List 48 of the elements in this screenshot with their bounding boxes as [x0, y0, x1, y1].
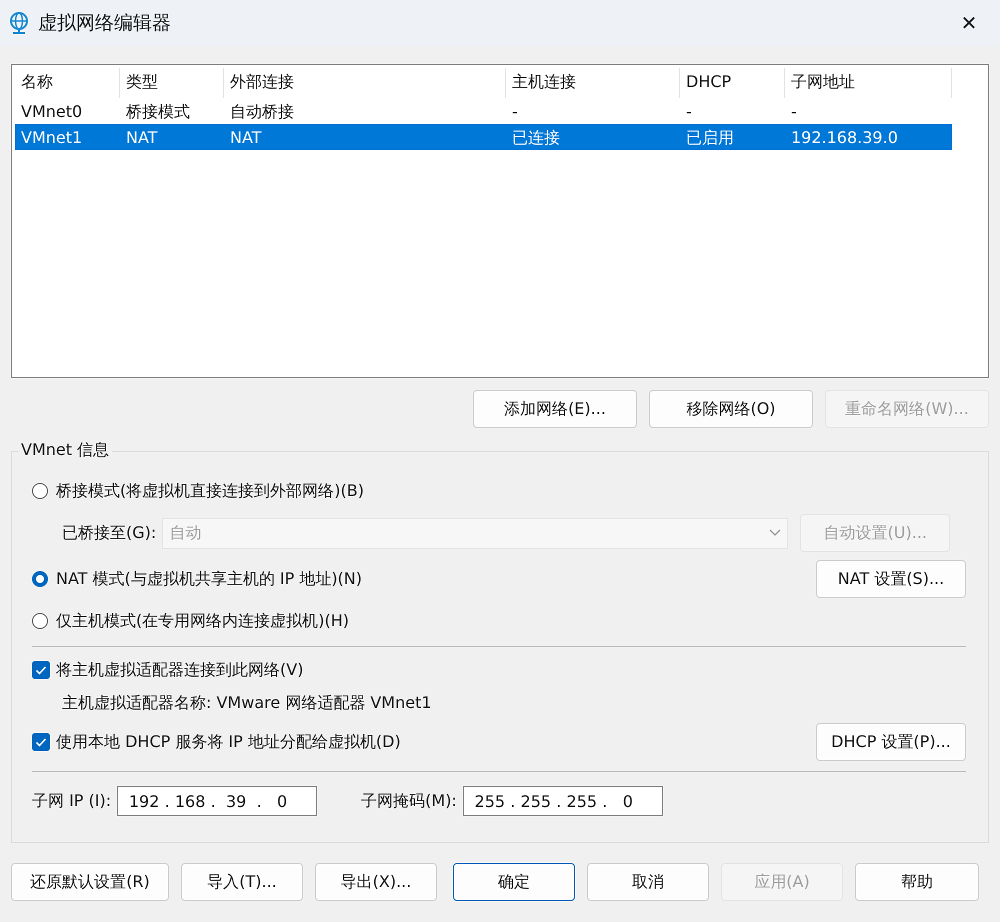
- column-header[interactable]: 子网地址: [785, 68, 952, 98]
- table-cell-text: -: [511, 101, 519, 123]
- radio-label[interactable]: 桥接模式(将虚拟机直接连接到外部网络)(B): [56, 480, 364, 502]
- adapter-name-text: 主机虚拟适配器名称: VMware 网络适配器 VMnet1: [62, 692, 432, 714]
- close-button[interactable]: ✕: [954, 11, 984, 35]
- column-header[interactable]: DHCP: [680, 68, 785, 98]
- checkbox[interactable]: [32, 661, 50, 679]
- table-cell: NAT: [120, 124, 224, 150]
- export-button[interactable]: 导出(X)...: [315, 863, 437, 901]
- table-cell-text: 桥接模式: [125, 101, 191, 123]
- column-header[interactable]: 主机连接: [506, 68, 680, 98]
- column-header[interactable]: 类型: [120, 68, 224, 98]
- remove-network-button[interactable]: 移除网络(O): [649, 390, 813, 428]
- ok-button[interactable]: 确定: [453, 863, 575, 901]
- subnet-ip-field[interactable]: 192 . 168 . 39 . 0: [117, 786, 318, 816]
- nat-settings-button[interactable]: NAT 设置(S)...: [816, 560, 966, 598]
- field-label: 子网掩码(M):: [361, 790, 457, 812]
- import-button[interactable]: 导入(T)...: [181, 863, 303, 901]
- dhcp-settings-button[interactable]: DHCP 设置(P)...: [816, 723, 966, 761]
- table-cell: 192.168.39.0: [785, 124, 952, 150]
- chevron-down-icon: [769, 529, 782, 537]
- column-header[interactable]: 名称: [15, 68, 120, 98]
- help-button[interactable]: 帮助: [855, 863, 979, 901]
- table-cell-text: -: [790, 101, 798, 123]
- table-cell: 已连接: [506, 124, 680, 150]
- radio-label[interactable]: NAT 模式(与虚拟机共享主机的 IP 地址)(N): [56, 568, 362, 590]
- checkbox-label[interactable]: 使用本地 DHCP 服务将 IP 地址分配给虚拟机(D): [56, 732, 401, 752]
- radio-button[interactable]: [32, 483, 48, 499]
- table-cell: 已启用: [680, 124, 785, 150]
- field-label: 已桥接至(G):: [62, 522, 156, 544]
- add-network-button[interactable]: 添加网络(E)...: [473, 390, 637, 428]
- radio-label[interactable]: 仅主机模式(在专用网络内连接虚拟机)(H): [56, 610, 349, 632]
- subnet-mask-field[interactable]: 255 . 255 . 255 . 0: [462, 786, 663, 816]
- column-header[interactable]: 外部连接: [224, 68, 506, 98]
- cancel-button[interactable]: 取消: [587, 863, 709, 901]
- checkbox-label[interactable]: 将主机虚拟适配器连接到此网络(V): [56, 660, 304, 680]
- radio-button[interactable]: [32, 613, 48, 629]
- checkbox[interactable]: [32, 733, 50, 751]
- field-label: 子网 IP (I):: [32, 790, 112, 812]
- table-cell: VMnet1: [15, 124, 120, 150]
- window-title: 虚拟网络编辑器: [38, 11, 172, 36]
- globe-icon: [8, 11, 30, 35]
- table-cell-text: -: [685, 101, 693, 123]
- table-cell-text: VMnet0: [20, 101, 84, 123]
- table-cell-text: 自动桥接: [229, 101, 295, 123]
- restore-defaults-button[interactable]: 还原默认设置(R): [11, 863, 169, 901]
- radio-button[interactable]: [32, 571, 48, 587]
- table-cell: NAT: [224, 124, 506, 150]
